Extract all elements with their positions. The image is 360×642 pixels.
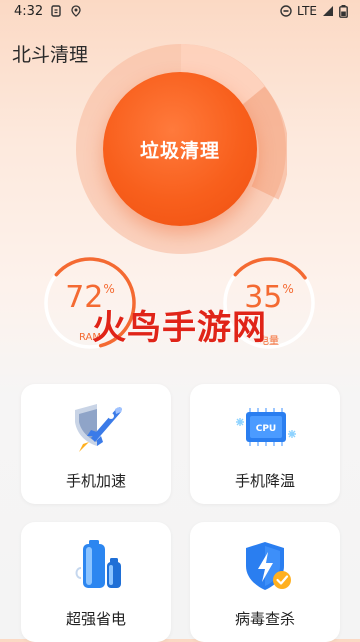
junk-clean-label: 垃圾清理 xyxy=(139,139,220,162)
svg-text:CPU: CPU xyxy=(256,424,277,434)
status-time: 4:32 xyxy=(14,4,44,19)
sim-icon xyxy=(51,5,61,17)
battery-icon xyxy=(75,540,121,588)
battery-unit: % xyxy=(282,282,294,296)
feature-card-antivirus[interactable]: 病毒查杀 xyxy=(190,522,340,642)
location-icon xyxy=(71,5,81,17)
watermark-text: 火鸟手游网 xyxy=(92,308,267,348)
feature-card-power-saving[interactable]: 超强省电 xyxy=(21,522,171,642)
battery-status-icon xyxy=(339,4,348,18)
network-label: LTE xyxy=(297,4,317,18)
rocket-shield-icon xyxy=(75,404,122,452)
dnd-icon xyxy=(280,5,292,17)
junk-clean-button[interactable]: 垃圾清理 xyxy=(103,72,257,226)
feature-card-cooldown[interactable]: CPU 手机降温 xyxy=(190,384,340,504)
feature-label-power-saving: 超强省电 xyxy=(65,610,126,628)
signal-icon xyxy=(323,6,333,16)
ram-unit: % xyxy=(103,282,115,296)
feature-label-antivirus: 病毒查杀 xyxy=(234,610,295,628)
shield-lightning-icon xyxy=(246,542,291,590)
status-bar: 4:32 LTE xyxy=(0,0,360,26)
cpu-cooling-icon: CPU xyxy=(236,408,296,446)
feature-label-speedup: 手机加速 xyxy=(65,472,126,490)
feature-card-speedup[interactable]: 手机加速 xyxy=(21,384,171,504)
feature-label-cooldown: 手机降温 xyxy=(234,472,295,490)
